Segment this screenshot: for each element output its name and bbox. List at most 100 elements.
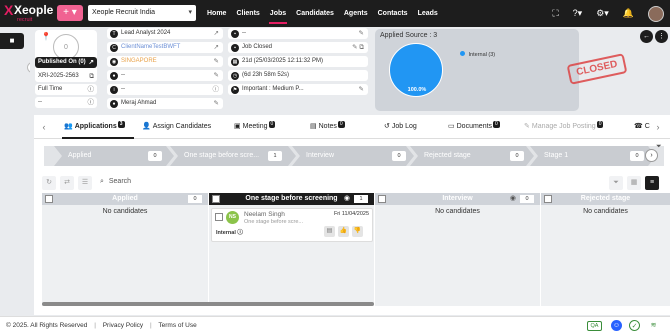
- nav-candidates[interactable]: Candidates: [291, 0, 339, 27]
- applied-source-panel: Applied Source : 3 100.0% Internal (3): [375, 29, 579, 111]
- company-select[interactable]: Xeople Recruit India ▾: [88, 5, 196, 21]
- edit-icon[interactable]: ✎: [214, 70, 219, 81]
- user-avatar[interactable]: [648, 5, 664, 22]
- tab-applications[interactable]: 👥 Applications 3: [62, 115, 134, 139]
- horizontal-scrollbar[interactable]: [42, 302, 374, 306]
- thumbs-down-icon[interactable]: 👎: [352, 226, 363, 237]
- gear-icon[interactable]: ⚙▾: [596, 8, 609, 19]
- job-status: Job Closed: [242, 44, 273, 50]
- title-icon: T: [110, 29, 118, 38]
- help-icon[interactable]: ?▾: [573, 8, 583, 19]
- terms-link[interactable]: Terms of Use: [158, 322, 196, 329]
- xeople-logo[interactable]: X Xeople recruit: [4, 2, 53, 25]
- footer-separator: |: [150, 322, 152, 329]
- edit-icon[interactable]: ✎: [359, 84, 364, 95]
- search-icon: ⌕: [100, 178, 104, 185]
- nav-leads[interactable]: Leads: [413, 0, 443, 27]
- more-options-icon[interactable]: ⋮: [655, 30, 668, 43]
- link-icon[interactable]: ↗: [214, 28, 219, 39]
- info-icon[interactable]: ⓘ: [88, 97, 95, 108]
- privacy-link[interactable]: Privacy Policy: [103, 322, 143, 329]
- back-arrow-icon[interactable]: ←: [640, 30, 653, 43]
- list-view-icon[interactable]: ≡: [645, 176, 659, 190]
- job-title: Lead Analyst 2024: [121, 30, 171, 36]
- edit-icon[interactable]: ✎: [359, 28, 364, 39]
- tab-documents[interactable]: ▭ Documents 0: [448, 115, 500, 139]
- candidate-card[interactable]: NS Neelam Singh One stage before scre...…: [211, 208, 373, 242]
- column-applied: Applied 0 No candidates: [42, 193, 209, 306]
- nav-home[interactable]: Home: [202, 0, 231, 27]
- tab-label: C: [644, 123, 650, 130]
- tab-notes[interactable]: ▤ Notes 0: [310, 115, 345, 139]
- nav-jobs[interactable]: Jobs: [265, 0, 291, 27]
- video-icon: ▣: [234, 123, 241, 130]
- candidate-name[interactable]: Neelam Singh: [244, 211, 285, 218]
- applied-source-pie[interactable]: 100.0%: [389, 43, 443, 97]
- link-icon[interactable]: ↗: [214, 42, 219, 53]
- tab-manage-job-posting[interactable]: ✎ Manage Job Posting 0: [524, 115, 604, 139]
- stage-rejected[interactable]: Rejected stage 0: [410, 146, 534, 166]
- bell-icon[interactable]: 🔔: [623, 8, 634, 19]
- tab-scroll-right-icon[interactable]: ›: [652, 121, 664, 133]
- footer: © 2025. All Rights Reserved | Privacy Po…: [0, 316, 670, 334]
- info-icon[interactable]: ⓘ: [213, 84, 220, 95]
- eye-icon[interactable]: ◉: [510, 193, 516, 205]
- logo-x-icon: X: [4, 2, 14, 18]
- stage-interview[interactable]: Interview 0: [292, 146, 414, 166]
- chat-icon[interactable]: ☺: [611, 320, 622, 331]
- search-box[interactable]: ⌕ Search: [100, 178, 131, 186]
- stage-label: One stage before scre...: [184, 152, 260, 159]
- nav-clients[interactable]: Clients: [231, 0, 264, 27]
- move-icon[interactable]: ⇄: [60, 176, 74, 190]
- tab-meeting[interactable]: ▣ Meeting 0: [234, 115, 276, 139]
- stage-one-before-screening[interactable]: One stage before scre... 1: [170, 146, 296, 166]
- fullscreen-icon[interactable]: ⛶: [552, 8, 558, 19]
- refresh-icon[interactable]: ↻: [42, 176, 56, 190]
- tab-job-log[interactable]: ↺ Job Log: [384, 115, 417, 139]
- briefcase-icon[interactable]: ■: [0, 33, 24, 49]
- notes-icon: ▤: [310, 123, 317, 130]
- stage-count: 1: [268, 151, 282, 161]
- info-icon[interactable]: ⓘ: [88, 84, 95, 95]
- nav-contacts[interactable]: Contacts: [373, 0, 413, 27]
- candidate-checkbox[interactable]: [215, 213, 223, 221]
- filter-icon[interactable]: ⏷: [656, 143, 662, 151]
- stage-applied[interactable]: Applied 0: [54, 146, 174, 166]
- clock-icon: ◷: [231, 71, 239, 80]
- funnel-icon[interactable]: ⏷: [609, 176, 623, 190]
- eye-icon[interactable]: ◉: [344, 193, 350, 205]
- document-icon: ▭: [448, 123, 455, 130]
- filter-lines-icon[interactable]: ☰: [78, 176, 92, 190]
- copy-icon[interactable]: ⧉: [89, 71, 94, 82]
- thumbs-up-icon[interactable]: 👍: [338, 226, 349, 237]
- published-label: Published On (0): [38, 59, 86, 65]
- pin-icon[interactable]: 📍: [41, 32, 51, 41]
- column-title: Rejected stage: [580, 195, 631, 202]
- info-icon[interactable]: ⓘ: [237, 230, 243, 236]
- priority-row: ⚑ Important : Medium P... ✎: [228, 84, 368, 95]
- document-icon[interactable]: ▤: [324, 226, 335, 237]
- client-name[interactable]: ClientNameTestBWFT: [121, 44, 180, 50]
- edit-icon[interactable]: ✎: [214, 98, 219, 109]
- stage-count: 0: [630, 151, 644, 161]
- quick-add-button[interactable]: + ▾: [57, 5, 83, 21]
- published-badge[interactable]: Published On (0) ↗: [35, 57, 97, 68]
- top-nav: X Xeople recruit + ▾ Xeople Recruit Indi…: [0, 0, 670, 27]
- column-header: Applied 0: [42, 193, 208, 205]
- stage-1[interactable]: Stage 1 0: [530, 146, 656, 166]
- tab-more[interactable]: ☎ C: [634, 115, 650, 139]
- candidate-source: Internal ⓘ: [216, 228, 243, 236]
- priority-level: Medium P...: [272, 86, 304, 92]
- footer-separator: |: [94, 322, 96, 329]
- kanban-board: Applied 0 No candidates One stage before…: [42, 193, 670, 306]
- check-circle-icon[interactable]: ✓: [629, 320, 640, 331]
- wifi-icon[interactable]: ≋: [648, 320, 659, 331]
- edit-icon[interactable]: ✎ ⧉: [352, 42, 364, 53]
- grid-view-icon[interactable]: ▦: [627, 176, 641, 190]
- tab-assign-candidates[interactable]: 👤 Assign Candidates: [142, 115, 211, 139]
- misc-value: --: [38, 99, 42, 105]
- tab-scroll-left-icon[interactable]: ‹: [38, 121, 50, 133]
- chevron-down-icon: ▾: [188, 9, 192, 16]
- edit-icon[interactable]: ✎: [214, 56, 219, 67]
- nav-agents[interactable]: Agents: [339, 0, 373, 27]
